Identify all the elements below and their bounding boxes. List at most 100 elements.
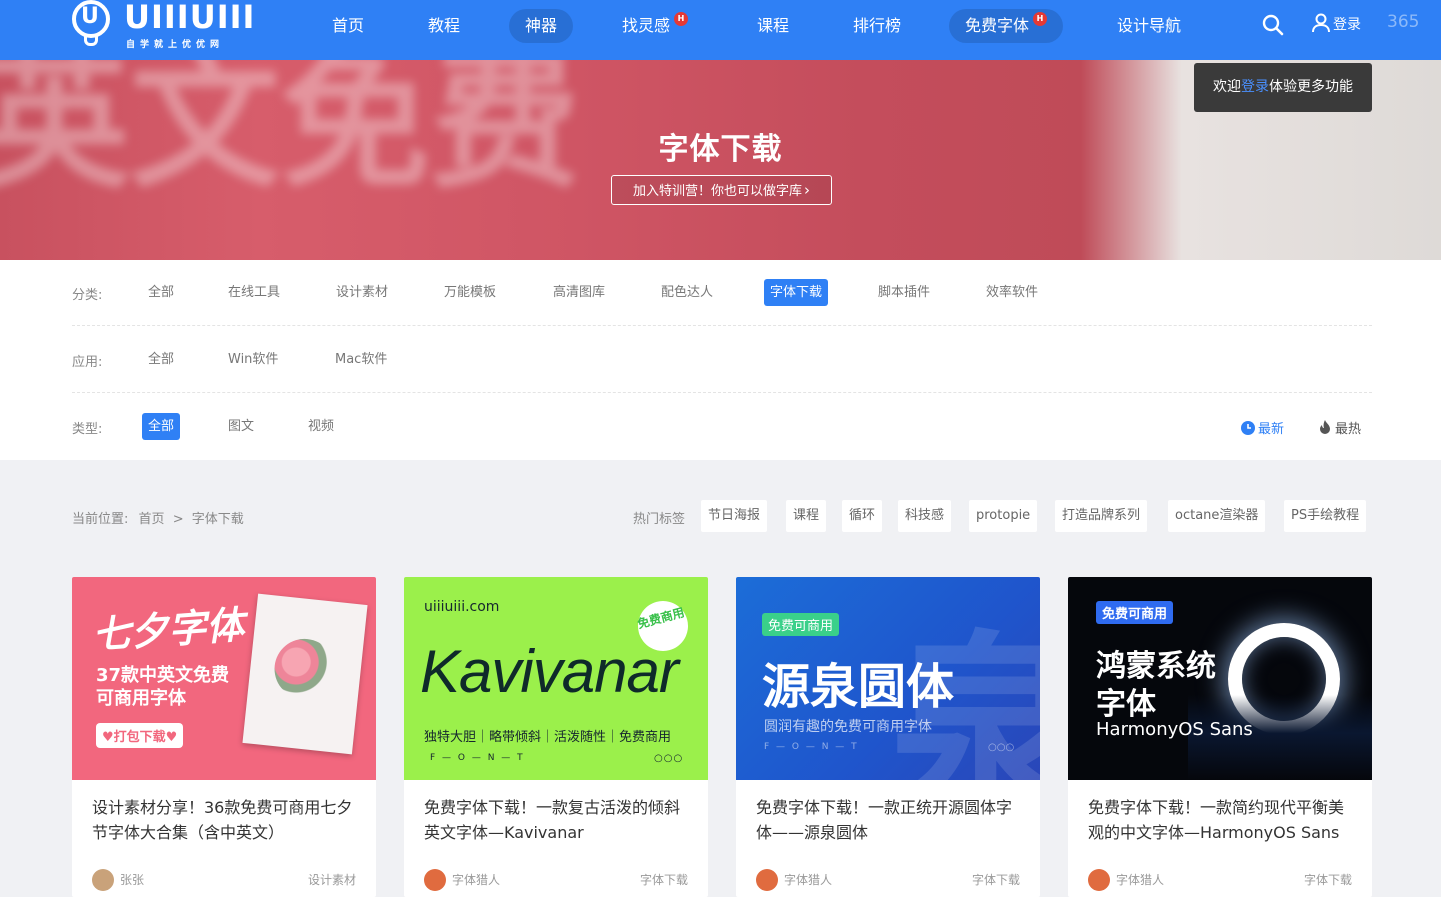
logo-wordmark: UIIIUIII	[124, 0, 256, 36]
card-category[interactable]: 字体下载	[1304, 871, 1352, 888]
card-category[interactable]: 字体下载	[640, 871, 688, 888]
chevron-right-icon: ›	[804, 181, 810, 199]
filter-row-type: 类型: 全部 图文 视频 最新 最热	[72, 394, 1372, 460]
card-meta: 字体猎人 字体下载	[1088, 867, 1352, 891]
card-category[interactable]: 设计素材	[308, 871, 356, 888]
thumb-font-label: F — O — N — T	[430, 753, 525, 763]
card-category[interactable]: 字体下载	[972, 871, 1020, 888]
tooltip-login-link[interactable]: 登录	[1241, 79, 1269, 95]
hot-tag[interactable]: 节日海报	[701, 500, 768, 532]
filter-label: 应用:	[72, 355, 103, 370]
card-title[interactable]: 免费字体下载！一款简约现代平衡美观的中文字体—HarmonyOS Sans	[1088, 795, 1356, 845]
nav-item-home[interactable]: 首页	[316, 9, 380, 43]
thumb-sub: 圆润有趣的免费可商用字体	[764, 719, 932, 735]
card-title[interactable]: 免费字体下载！一款正统开源圆体字体——源泉圆体	[756, 795, 1024, 845]
avatar[interactable]	[92, 869, 114, 891]
hot-tag[interactable]: PS手绘教程	[1284, 500, 1367, 532]
nav-item-tutorials[interactable]: 教程	[412, 9, 476, 43]
card-thumbnail[interactable]: 免费可商用 鸿蒙系统 字体 HarmonyOS Sans	[1068, 577, 1372, 780]
hot-tag[interactable]: octane渲染器	[1168, 500, 1266, 532]
card-author[interactable]: 字体猎人	[1116, 871, 1164, 888]
card-thumbnail[interactable]: 泉 免费可商用 源泉圆体 圆润有趣的免费可商用字体 F — O — N — T …	[736, 577, 1040, 780]
nav-item-label: 免费字体	[965, 16, 1030, 35]
nav-item-inspiration[interactable]: 找灵感 H	[606, 9, 704, 43]
hot-tag[interactable]: 循环	[842, 500, 883, 532]
breadcrumb-current: 字体下载	[191, 512, 244, 527]
nav-item-courses[interactable]: 课程	[741, 9, 805, 43]
nav-item-ranking[interactable]: 排行榜	[837, 9, 917, 43]
hot-tag[interactable]: 科技感	[898, 500, 952, 532]
card-title[interactable]: 设计素材分享！36款免费可商用七夕节字体大合集（含中英文）	[92, 795, 360, 845]
breadcrumb-home-link[interactable]: 首页	[139, 512, 165, 527]
breadcrumb-label: 当前位置:	[72, 512, 129, 527]
search-icon[interactable]	[1262, 14, 1284, 36]
filter-category-design-assets[interactable]: 设计素材	[330, 279, 394, 306]
nav-item-free-fonts[interactable]: 免费字体 H	[949, 9, 1064, 43]
filter-row-category: 分类: 全部 在线工具 设计素材 万能模板 高清图库 配色达人 字体下载 脚本插…	[72, 260, 1372, 326]
filter-category-efficiency[interactable]: 效率软件	[980, 279, 1044, 306]
nav-item-label: 课程	[757, 16, 790, 35]
thumb-headline: 源泉圆体	[762, 659, 955, 715]
article-card[interactable]: 七夕字体 37款中英文免费 可商用字体 ♥打包下载♥ 设计素材分享！36款免费可…	[72, 577, 376, 897]
login-tooltip: 欢迎登录体验更多功能	[1194, 63, 1372, 112]
card-author[interactable]: 字体猎人	[784, 871, 832, 888]
filter-app-all[interactable]: 全部	[142, 346, 180, 373]
filter-app-mac[interactable]: Mac软件	[329, 346, 393, 373]
hot-tags-label: 热门标签	[633, 512, 686, 527]
filter-category-plugins[interactable]: 脚本插件	[872, 279, 936, 306]
sort-hottest-label: 最热	[1335, 422, 1362, 437]
calendar-365-link[interactable]: 365	[1387, 12, 1419, 32]
sort-newest[interactable]: 最新	[1241, 418, 1284, 437]
nav-item-label: 首页	[332, 16, 365, 35]
thumb-tags: 独特大胆｜略带倾斜｜活泼随性｜免费商用	[424, 730, 672, 745]
logo-tagline: 自学就上优优网	[126, 40, 225, 50]
article-card[interactable]: uiiiuiii.com 免费商用 Kavivanar 独特大胆｜略带倾斜｜活泼…	[404, 577, 708, 897]
avatar[interactable]	[756, 869, 778, 891]
card-thumbnail[interactable]: uiiiuiii.com 免费商用 Kavivanar 独特大胆｜略带倾斜｜活泼…	[404, 577, 708, 780]
thumb-badge: 免费可商用	[1096, 601, 1174, 624]
join-camp-button[interactable]: 加入特训营！你也可以做字库 ›	[611, 175, 832, 205]
thumb-line: 可商用字体	[96, 688, 186, 709]
filter-app-win[interactable]: Win软件	[222, 346, 284, 373]
filter-type-all[interactable]: 全部	[142, 413, 181, 440]
nav-item-label: 排行榜	[853, 16, 902, 35]
clock-icon	[1241, 421, 1255, 435]
card-meta: 字体猎人 字体下载	[424, 867, 688, 891]
filter-type-video[interactable]: 视频	[302, 413, 340, 440]
thumb-headline: 七夕字体	[90, 601, 246, 658]
filter-category-templates[interactable]: 万能模板	[438, 279, 502, 306]
hot-badge: H	[674, 12, 689, 26]
filter-type-article[interactable]: 图文	[222, 413, 260, 440]
nav-item-design-nav[interactable]: 设计导航	[1101, 9, 1197, 43]
filter-category-fonts[interactable]: 字体下载	[764, 279, 829, 306]
filter-label: 分类:	[72, 288, 103, 303]
filter-category-colors[interactable]: 配色达人	[655, 279, 719, 306]
logo-u-glyph: U	[81, 4, 99, 29]
site-logo[interactable]: U UIIIUIII 自学就上优优网	[72, 0, 254, 50]
card-thumbnail[interactable]: 七夕字体 37款中英文免费 可商用字体 ♥打包下载♥	[72, 577, 376, 780]
hot-tag[interactable]: 打造品牌系列	[1055, 500, 1148, 532]
breadcrumb-separator: >	[172, 512, 184, 527]
card-author[interactable]: 张张	[120, 871, 144, 888]
login-button[interactable]: 登录	[1312, 13, 1361, 37]
card-title[interactable]: 免费字体下载！一款复古活泼的倾斜英文字体—Kavivanar	[424, 795, 692, 845]
filter-category-all[interactable]: 全部	[142, 279, 180, 306]
user-icon	[1312, 13, 1330, 33]
hot-tag[interactable]: protopie	[969, 500, 1038, 532]
dots-icon: ○○○	[988, 742, 1015, 753]
nav-item-tools[interactable]: 神器	[509, 9, 574, 43]
card-meta: 字体猎人 字体下载	[756, 867, 1020, 891]
thumb-headline: 字体	[1096, 687, 1156, 722]
card-meta: 张张 设计素材	[92, 867, 356, 891]
article-card[interactable]: 泉 免费可商用 源泉圆体 圆润有趣的免费可商用字体 F — O — N — T …	[736, 577, 1040, 897]
avatar[interactable]	[1088, 869, 1110, 891]
card-author[interactable]: 字体猎人	[452, 871, 500, 888]
tooltip-text: 欢迎	[1213, 79, 1241, 95]
avatar[interactable]	[424, 869, 446, 891]
thumb-site: uiiiuiii.com	[424, 599, 500, 615]
hot-tag[interactable]: 课程	[786, 500, 827, 532]
filter-category-hd-images[interactable]: 高清图库	[547, 279, 611, 306]
filter-category-online-tools[interactable]: 在线工具	[222, 279, 286, 306]
article-card[interactable]: 免费可商用 鸿蒙系统 字体 HarmonyOS Sans 免费字体下载！一款简约…	[1068, 577, 1372, 897]
sort-hottest[interactable]: 最热	[1318, 418, 1361, 437]
